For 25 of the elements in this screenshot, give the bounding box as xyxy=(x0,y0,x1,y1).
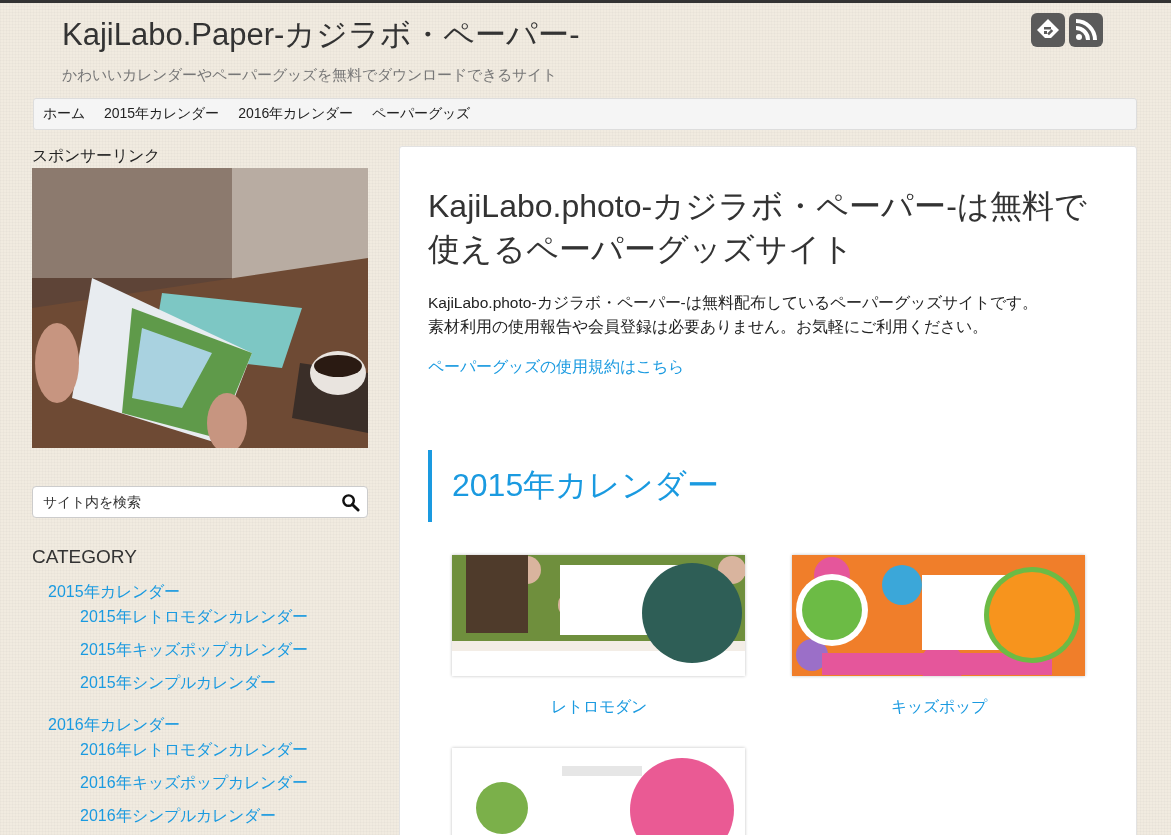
category-heading: CATEGORY xyxy=(32,546,138,568)
page-heading: KajiLabo.photo-カジラボ・ペーパー-は無料で使えるペーパーグッズサイト xyxy=(428,187,1088,270)
category-link[interactable]: 2015年キッズポップカレンダー xyxy=(80,642,308,658)
intro-paragraph: KajiLabo.photo-カジラボ・ペーパー-は無料配布しているペーパーグッズサイトです。 素材利用の使用報告や会員登録は必要ありません。お気軽にご利用ください。 xyxy=(428,293,1039,338)
nav-link[interactable]: ペーパーグッズ xyxy=(372,105,471,123)
nav-link[interactable]: 2016年カレンダー xyxy=(238,105,354,123)
category-link[interactable]: 2015年シンプルカレンダー xyxy=(80,675,276,691)
category-link[interactable]: 2015年カレンダー xyxy=(48,584,180,600)
category-link[interactable]: 2016年キッズポップカレンダー xyxy=(80,775,308,791)
nav-link[interactable]: 2015年カレンダー xyxy=(104,105,220,123)
terms-link[interactable]: ペーパーグッズの使用規約はこちら xyxy=(428,357,684,379)
search-field[interactable]: サイト内を検索 xyxy=(32,486,368,518)
rss-icon[interactable] xyxy=(1069,13,1103,47)
category-link[interactable]: 2016年レトロモダンカレンダー xyxy=(80,742,308,758)
sidebar-heading: スポンサーリンク xyxy=(32,146,161,166)
nav-link[interactable]: ホーム xyxy=(43,105,85,123)
site-tagline: かわいいカレンダーやペーパーグッズを無料でダウンロードできるサイト xyxy=(62,66,558,85)
search-icon[interactable] xyxy=(341,493,360,512)
category-link[interactable]: 2016年カレンダー xyxy=(48,717,180,733)
site-title[interactable]: KajiLabo.Paper-カジラボ・ペーパー- xyxy=(62,14,580,56)
category-link[interactable]: 2015年レトロモダンカレンダー xyxy=(80,609,308,625)
section-heading: 2015年カレンダー xyxy=(428,450,1108,523)
calendar-link[interactable]: レトロモダン xyxy=(550,697,647,719)
category-link[interactable]: 2016年シンプルカレンダー xyxy=(80,808,276,824)
calendar-link[interactable]: キッズポップ xyxy=(890,697,987,719)
